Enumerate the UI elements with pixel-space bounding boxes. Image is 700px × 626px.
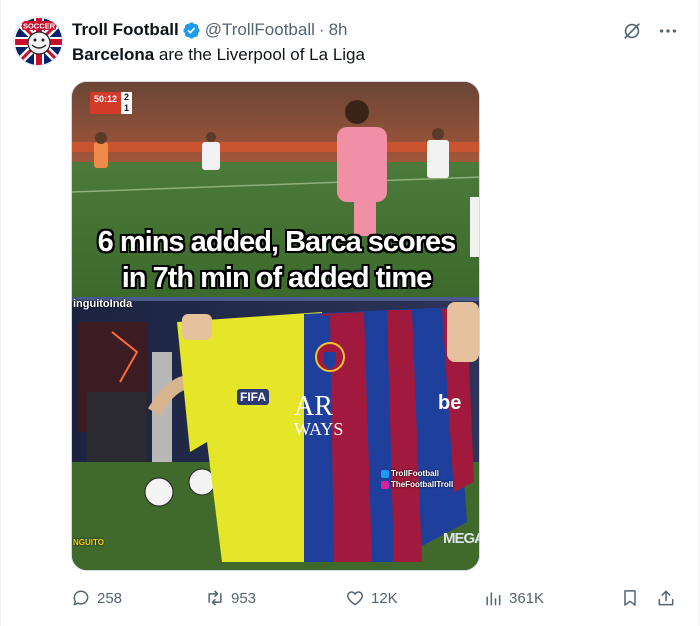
scoreboard-scores: 2 1 — [121, 92, 133, 114]
meme-caption-line2: in 7th min of added time — [121, 262, 433, 294]
avatar-label: SOCCER — [23, 22, 56, 31]
tweet-card[interactable]: SOCCER Troll Football @TrollFootball · 8… — [0, 0, 700, 626]
retweet-button[interactable]: 953 — [205, 586, 256, 610]
tweet-media[interactable]: 50:12 2 1 6 mins added, Barca scores in … — [71, 81, 480, 571]
like-icon — [345, 588, 365, 608]
jersey-sleeve-logo: be — [438, 392, 462, 414]
twitter-icon — [381, 469, 389, 478]
avatar-image: SOCCER — [14, 17, 62, 65]
jersey-sponsor-line2: WAYS — [294, 419, 344, 439]
tweet-text-bold: Barcelona — [72, 45, 155, 64]
social-twitter: TrollFootball — [391, 469, 439, 478]
share-button[interactable] — [656, 586, 676, 610]
tweet-actions: 258 953 12K 361K — [71, 586, 685, 610]
reply-count: 258 — [97, 589, 123, 607]
views-icon — [483, 588, 503, 608]
scoreboard: 50:12 2 1 — [90, 92, 133, 114]
retweet-icon — [205, 588, 225, 608]
like-count: 12K — [371, 589, 398, 607]
broadcaster-logo: MEGA — [443, 530, 480, 547]
tweet-top-actions — [621, 20, 679, 42]
instagram-icon — [381, 480, 389, 489]
like-button[interactable]: 12K — [345, 586, 398, 610]
meme-caption-line1: 6 mins added, Barca scores — [97, 226, 457, 258]
social-watermark: TrollFootball TheFootballTroll — [381, 468, 453, 490]
separator-dot: · — [318, 20, 325, 39]
verified-badge-icon — [182, 21, 201, 40]
show-logo: NGUITO — [73, 538, 104, 547]
views-button[interactable]: 361K — [483, 586, 544, 610]
home-score: 2 — [124, 92, 130, 102]
reply-icon — [71, 588, 91, 608]
user-handle[interactable]: @TrollFootball — [205, 20, 315, 40]
grok-icon[interactable] — [621, 20, 643, 42]
reply-button[interactable]: 258 — [71, 586, 122, 610]
share-icon — [656, 588, 676, 608]
avatar[interactable]: SOCCER — [13, 16, 63, 66]
social-instagram: TheFootballTroll — [391, 480, 454, 489]
display-name[interactable]: Troll Football — [72, 20, 179, 40]
tweet-header: Troll Football @TrollFootball · 8h — [72, 19, 347, 41]
scoreboard-clock: 50:12 — [90, 92, 122, 114]
away-score: 1 — [124, 103, 130, 113]
timestamp[interactable]: 8h — [329, 20, 348, 40]
retweet-count: 953 — [231, 589, 257, 607]
view-count: 361K — [509, 589, 545, 607]
tweet-text-rest: are the Liverpool of La Liga — [154, 45, 365, 64]
fifa-badge: FIFA — [237, 389, 269, 405]
show-watermark: inguitoInda — [73, 298, 133, 310]
meme-caption: 6 mins added, Barca scores in 7th min of… — [72, 224, 479, 296]
bookmark-icon — [620, 588, 640, 608]
tweet-text: Barcelona are the Liverpool of La Liga — [72, 44, 365, 66]
more-icon[interactable] — [657, 20, 679, 42]
bookmark-button[interactable] — [620, 586, 640, 610]
media-image — [72, 82, 479, 570]
